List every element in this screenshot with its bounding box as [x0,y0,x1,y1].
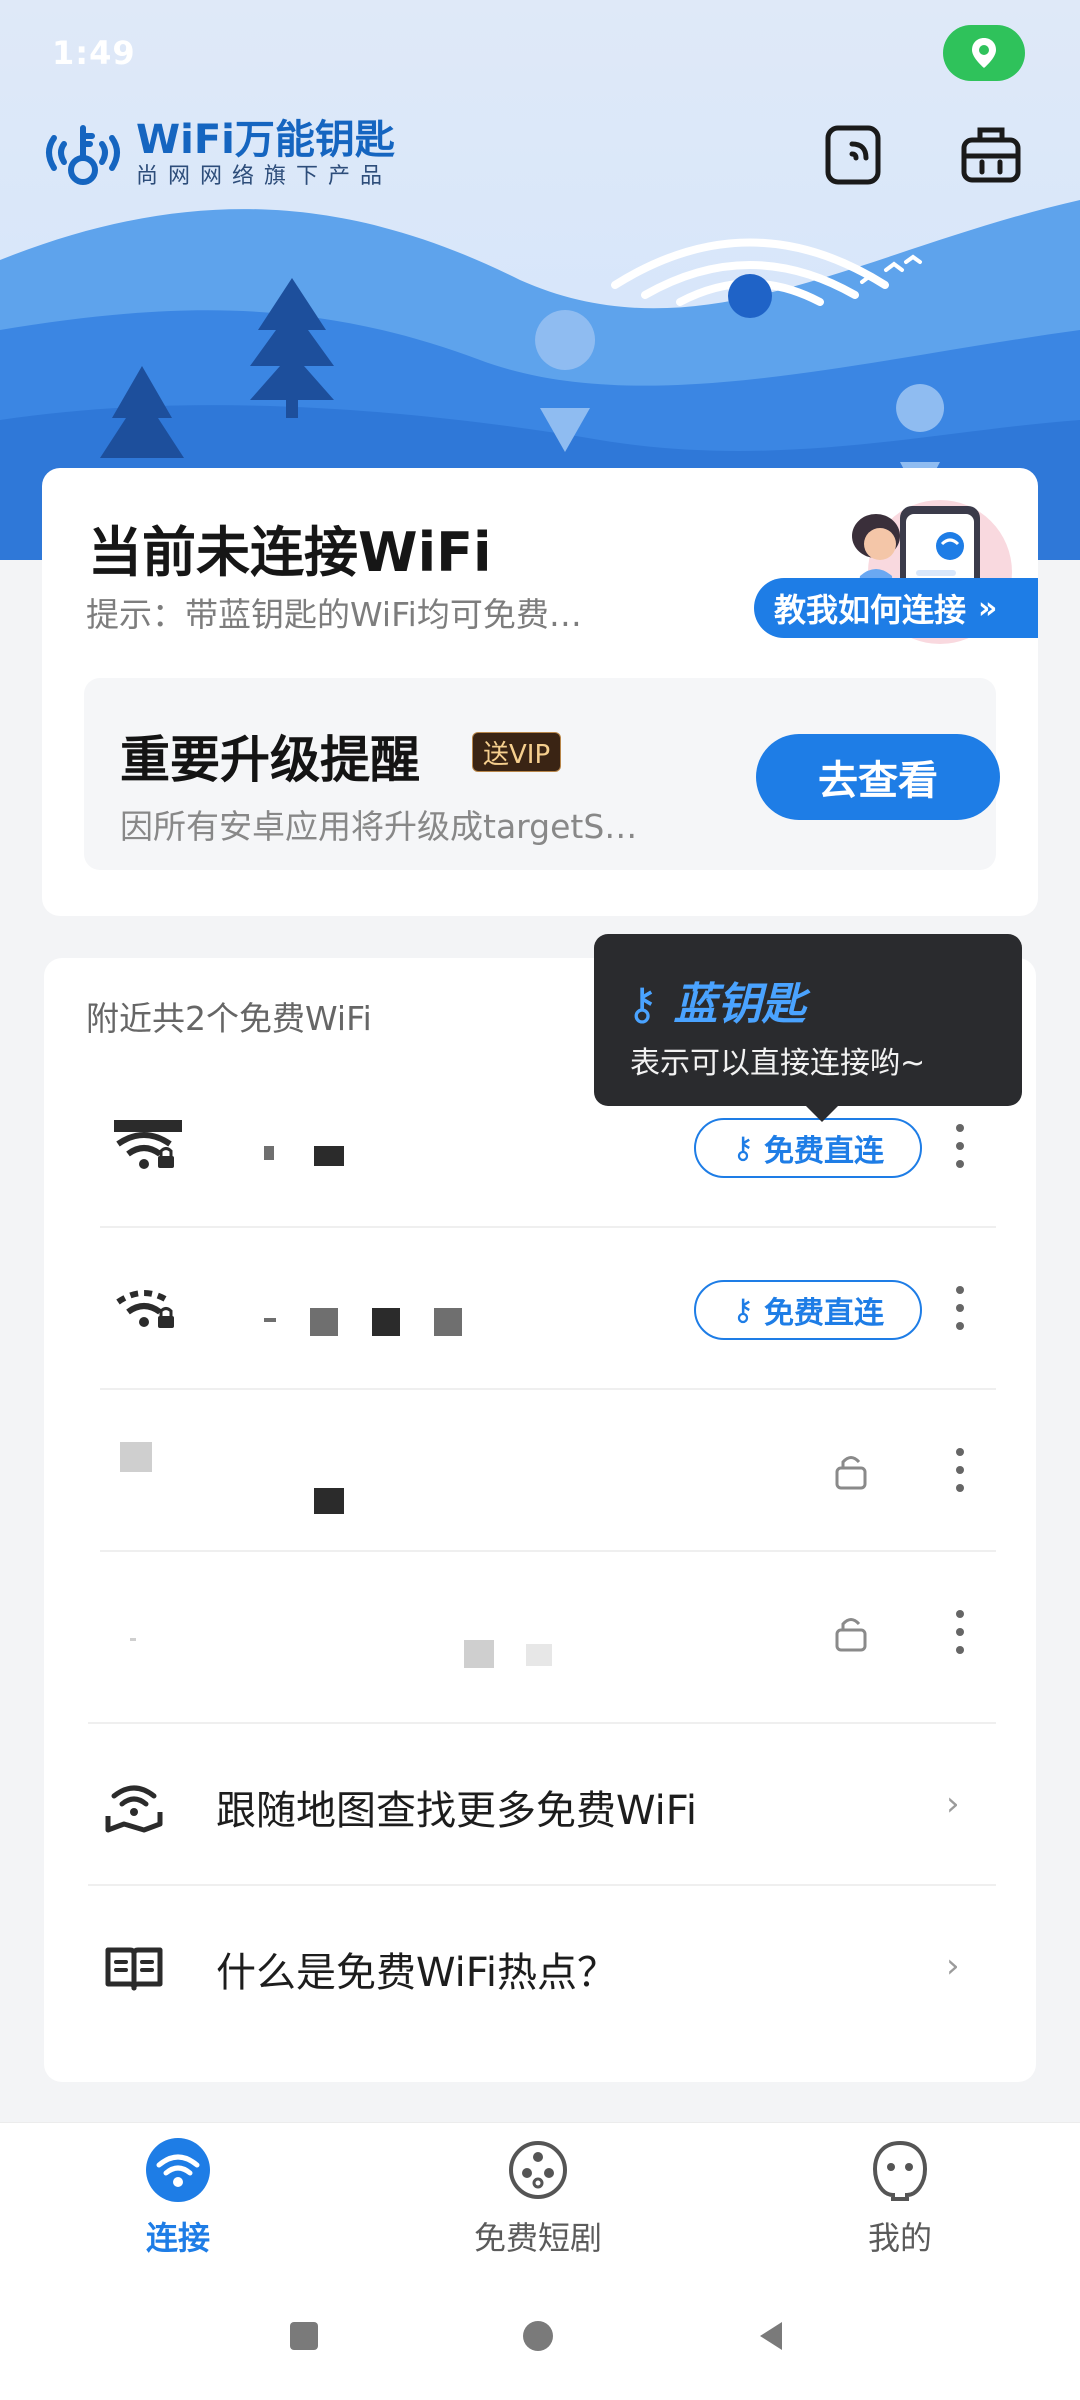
app-logo: WiFi万能钥匙 尚网网络旗下产品 [40,118,395,192]
wifi-signal-locked-icon [116,1290,174,1328]
wifi-list-item[interactable]: ⚷ 免费直连 [44,1228,1036,1390]
wifi-key-logo-icon [46,125,120,185]
vip-gift-badge: 送VIP [472,732,562,772]
app-subtitle: 尚网网络旗下产品 [136,164,393,189]
map-wifi-icon [105,1785,163,1833]
open-book-icon [105,1947,163,1991]
tab-mine-label: 我的 [867,2219,932,2257]
more-vertical-icon[interactable] [948,1282,972,1336]
what-is-free-wifi-hotspot[interactable]: 什么是免费WiFi热点？ › [44,1884,1036,2046]
key-icon: ⚷ [732,1130,754,1166]
free-connect-label: 免费直连 [763,1296,884,1331]
divider [88,1722,996,1724]
teach-me-connect-label: 教我如何连接 [774,591,967,629]
connection-hint: 提示：带蓝钥匙的WiFi均可免费… [86,595,582,634]
free-connect-button[interactable]: ⚷ 免费直连 [694,1118,922,1178]
wifi-icon [146,2138,210,2202]
wifi-ssid-redacted [214,1286,514,1338]
back-icon[interactable] [752,2316,792,2356]
find-more-wifi-on-map[interactable]: 跟随地图查找更多免费WiFi › [44,1722,1036,1884]
system-navigation-bar [0,2272,1080,2400]
tab-connect[interactable]: 连接 [78,2137,278,2267]
recent-apps-icon[interactable] [284,2316,324,2356]
view-upgrade-button[interactable]: 去查看 [756,734,1000,820]
wifi-list-item[interactable] [44,1552,1036,1714]
connection-status-title: 当前未连接WiFi [88,521,492,584]
lock-icon [835,1456,867,1490]
status-bar-time: 1:49 [52,34,136,72]
upgrade-notice[interactable]: 重要升级提醒 送VIP 因所有安卓应用将升级成targetS… 去查看 [84,678,1000,870]
bottom-navigation: 连接 免费短剧 我的 [0,2122,1080,2272]
double-chevron-right-icon: » [978,590,998,626]
tooltip-title-text: 蓝钥匙 [673,979,806,1030]
wifi-signal-redacted [130,1638,136,1641]
tooltip-title: ⚷ 蓝钥匙 [626,979,806,1030]
tab-free-drama[interactable]: 免费短剧 [438,2137,638,2267]
divider [88,1884,996,1886]
lock-icon [835,1618,867,1652]
wifi-ssid-redacted [214,1610,552,1668]
key-icon: ⚷ [732,1292,754,1328]
toolbox-icon[interactable] [958,122,1024,188]
upgrade-title: 重要升级提醒 [120,731,420,789]
tab-connect-label: 连接 [145,2219,210,2257]
wifi-signal-redacted [120,1442,152,1472]
free-connect-label: 免费直连 [763,1134,884,1169]
chevron-right-icon: › [946,1784,960,1824]
nearby-wifi-card: 附近共2个免费WiFi ⚷ 免费直连 ⚷ 免费直连 跟随地图查找更多免费WiFi… [44,958,1036,2082]
film-reel-icon [509,2141,567,2199]
find-more-wifi-label: 跟随地图查找更多免费WiFi [216,1788,697,1834]
free-connect-button[interactable]: ⚷ 免费直连 [694,1280,922,1340]
app-name: WiFi万能钥匙 [136,117,395,163]
nearby-wifi-count: 附近共2个免费WiFi [86,999,372,1038]
location-pin-icon [972,38,996,68]
what-is-free-wifi-label: 什么是免费WiFi热点？ [216,1950,617,1996]
scan-hotspot-icon[interactable] [822,122,888,188]
blue-key-tooltip: ⚷ 蓝钥匙 表示可以直接连接哟~ [594,934,1022,1122]
upgrade-description: 因所有安卓应用将升级成targetS… [120,807,638,846]
wifi-signal-locked-icon [114,1120,182,1169]
tab-free-drama-label: 免费短剧 [473,2219,602,2257]
more-vertical-icon[interactable] [948,1606,972,1660]
tooltip-description: 表示可以直接连接哟~ [630,1046,926,1081]
more-vertical-icon[interactable] [948,1120,972,1174]
wifi-list-item[interactable] [44,1390,1036,1552]
wifi-ssid-redacted [214,1448,514,1514]
teach-me-connect-button[interactable]: 教我如何连接 » [754,578,1038,638]
connection-status-card: 当前未连接WiFi 提示：带蓝钥匙的WiFi均可免费… 教我如何连接 » 重要升… [42,468,1038,916]
wifi-ssid-redacted [214,1124,514,1176]
chevron-right-icon: › [946,1946,960,1986]
location-indicator [943,25,1025,81]
more-vertical-icon[interactable] [948,1444,972,1498]
home-icon[interactable] [518,2316,558,2356]
profile-face-icon [872,2140,928,2201]
tab-mine[interactable]: 我的 [800,2137,1000,2267]
